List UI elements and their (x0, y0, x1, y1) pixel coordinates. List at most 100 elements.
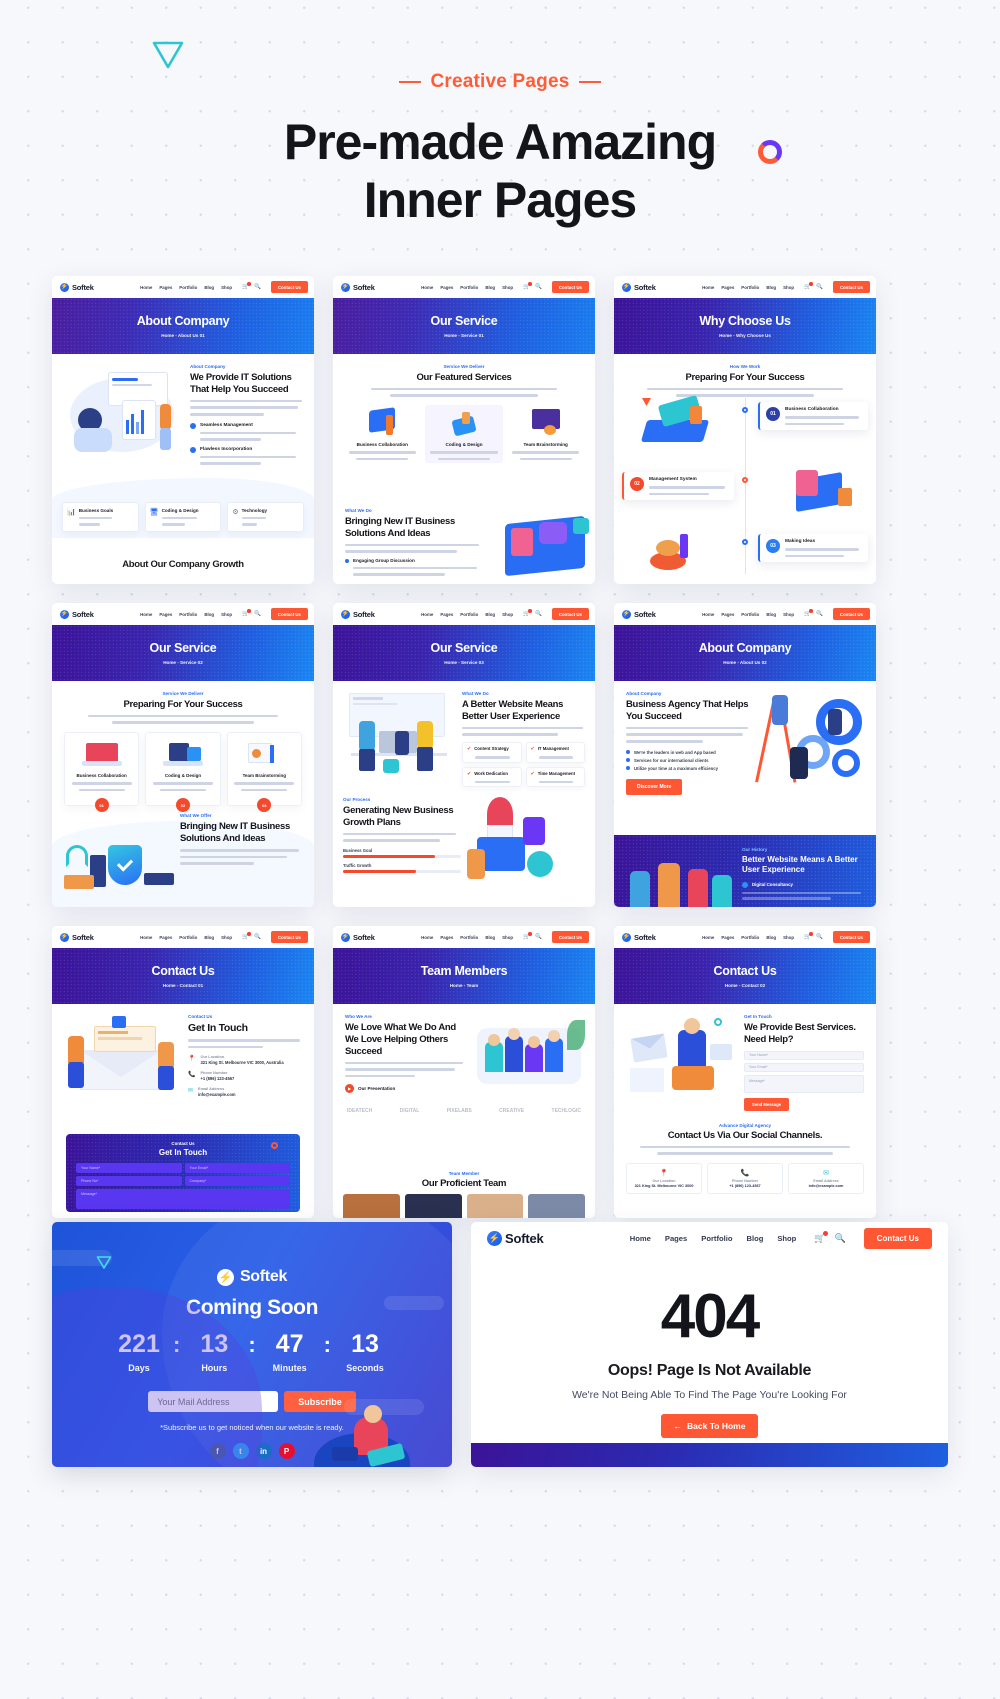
back-to-home-button[interactable]: ← Back To Home (660, 1414, 759, 1438)
nav-item-shop[interactable]: Shop (502, 285, 513, 290)
check-item[interactable]: ✔ Time Management (525, 766, 585, 788)
nav-item-shop[interactable]: Shop (502, 612, 513, 617)
contact-info-card[interactable]: 📞 Phone Number +1 (896) 123-4567 (707, 1162, 783, 1194)
nav-item-pages[interactable]: Pages (665, 1234, 687, 1243)
field-message[interactable]: Message* (744, 1074, 864, 1093)
cart-icon[interactable]: 🛒 (804, 282, 813, 290)
cart-icon[interactable]: 🛒 (523, 282, 532, 290)
contact-us-button[interactable]: Contact Us (270, 608, 308, 620)
cart-icon[interactable]: 🛒 (242, 282, 251, 290)
contact-us-button[interactable]: Contact Us (832, 608, 870, 620)
page-card-our-service-01[interactable]: ⚡ Softek Home Pages Portfolio Blog Shop … (333, 276, 595, 584)
contact-info-card[interactable]: ✉ Email Address info@example.com (788, 1162, 864, 1194)
contact-us-button[interactable]: Contact Us (270, 281, 308, 293)
search-icon[interactable]: 🔍 (535, 284, 542, 290)
nav-item-blog[interactable]: Blog (485, 285, 495, 290)
nav-item-pages[interactable]: Pages (721, 612, 734, 617)
page-card-about-company-02[interactable]: ⚡ Softek Home Pages Portfolio Blog Shop … (614, 603, 876, 907)
cart-icon[interactable]: 🛒 (242, 609, 251, 617)
nav-item-blog[interactable]: Blog (204, 285, 214, 290)
cart-icon[interactable]: 🛒 (814, 1231, 828, 1244)
nav-item-shop[interactable]: Shop (221, 612, 232, 617)
nav-item-pages[interactable]: Pages (440, 285, 453, 290)
nav-item-home[interactable]: Home (421, 285, 433, 290)
nav-item-shop[interactable]: Shop (777, 1234, 796, 1243)
search-icon[interactable]: 🔍 (254, 934, 261, 940)
nav-item-portfolio[interactable]: Portfolio (741, 285, 759, 290)
nav-item-shop[interactable]: Shop (221, 285, 232, 290)
nav-item-home[interactable]: Home (140, 935, 152, 940)
page-card-contact-us-01[interactable]: ⚡ Softek Home Pages Portfolio Blog Shop … (52, 926, 314, 1218)
nav-item-shop[interactable]: Shop (783, 935, 794, 940)
nav-item-blog[interactable]: Blog (204, 612, 214, 617)
search-icon[interactable]: 🔍 (816, 611, 823, 617)
nav-item-portfolio[interactable]: Portfolio (460, 612, 478, 617)
check-item[interactable]: ✔ Content Strategy (462, 741, 522, 763)
nav-item-home[interactable]: Home (702, 285, 714, 290)
nav-item-blog[interactable]: Blog (204, 935, 214, 940)
contact-us-button[interactable]: Contact Us (551, 608, 589, 620)
field-message[interactable]: Message* (76, 1189, 290, 1209)
error-404-card[interactable]: ⚡ Softek Home Pages Portfolio Blog Shop … (471, 1222, 948, 1467)
page-card-about-company-01[interactable]: ⚡ Softek Home Pages Portfolio Blog Shop … (52, 276, 314, 584)
search-icon[interactable]: 🔍 (816, 284, 823, 290)
nav-item-portfolio[interactable]: Portfolio (179, 935, 197, 940)
contact-us-button[interactable]: Contact Us (551, 931, 589, 943)
nav-item-portfolio[interactable]: Portfolio (460, 935, 478, 940)
field-your-name[interactable]: Your Name* (744, 1050, 864, 1060)
step-card-02[interactable]: 02 Management System (622, 472, 734, 501)
feature-box[interactable]: 🖥 Coding & Design (144, 501, 222, 532)
nav-item-shop[interactable]: Shop (502, 935, 513, 940)
page-card-our-service-02[interactable]: ⚡ Softek Home Pages Portfolio Blog Shop … (52, 603, 314, 907)
search-icon[interactable]: 🔍 (816, 934, 823, 940)
page-card-contact-us-02[interactable]: ⚡ Softek Home Pages Portfolio Blog Shop … (614, 926, 876, 1218)
step-card-03[interactable]: 03 Making Ideas (758, 534, 868, 563)
nav-item-home[interactable]: Home (421, 612, 433, 617)
nav-item-shop[interactable]: Shop (783, 612, 794, 617)
nav-item-blog[interactable]: Blog (766, 285, 776, 290)
nav-item-pages[interactable]: Pages (721, 935, 734, 940)
field-phone-no[interactable]: Phone No* (76, 1176, 182, 1186)
send-message-button[interactable]: Send Message (744, 1097, 790, 1111)
service-item[interactable]: Team Brainstorming (508, 405, 583, 463)
nav-item-blog[interactable]: Blog (766, 612, 776, 617)
field-your-email[interactable]: Your Email* (744, 1062, 864, 1072)
contact-us-button[interactable]: Contact Us (551, 281, 589, 293)
contact-us-button[interactable]: Contact Us (863, 1228, 932, 1249)
nav-item-blog[interactable]: Blog (766, 935, 776, 940)
nav-item-portfolio[interactable]: Portfolio (741, 935, 759, 940)
nav-item-home[interactable]: Home (421, 935, 433, 940)
nav-item-home[interactable]: Home (702, 935, 714, 940)
nav-item-home[interactable]: Home (140, 612, 152, 617)
check-item[interactable]: ✔ IT Management (525, 741, 585, 763)
play-icon[interactable]: ▶ (345, 1084, 354, 1094)
search-icon[interactable]: 🔍 (254, 611, 261, 617)
nav-item-portfolio[interactable]: Portfolio (741, 612, 759, 617)
nav-item-pages[interactable]: Pages (159, 285, 172, 290)
search-icon[interactable]: 🔍 (535, 934, 542, 940)
field-company[interactable]: Company* (184, 1176, 290, 1186)
nav-item-shop[interactable]: Shop (221, 935, 232, 940)
nav-item-home[interactable]: Home (630, 1234, 651, 1243)
coming-soon-card[interactable]: ⚡ Softek Coming Soon 221 Days : 13 Hours… (52, 1222, 452, 1467)
check-item[interactable]: ✔ Work Dedication (462, 766, 522, 788)
contact-us-button[interactable]: Contact Us (832, 931, 870, 943)
service-card[interactable]: Team Brainstorming 03 (226, 732, 302, 813)
page-card-our-service-03[interactable]: ⚡ Softek Home Pages Portfolio Blog Shop … (333, 603, 595, 907)
nav-item-portfolio[interactable]: Portfolio (460, 285, 478, 290)
service-card[interactable]: Coding & Design 02 (145, 732, 221, 813)
cart-icon[interactable]: 🛒 (804, 932, 813, 940)
nav-item-home[interactable]: Home (140, 285, 152, 290)
search-icon[interactable]: 🔍 (835, 1233, 846, 1244)
step-card-01[interactable]: 01 Business Collaboration (758, 402, 868, 431)
field-your-email[interactable]: Your Email* (184, 1163, 290, 1173)
feature-box[interactable]: 📊 Business Goals (62, 501, 139, 532)
contact-us-button[interactable]: Contact Us (270, 931, 308, 943)
service-item[interactable]: Coding & Design (424, 405, 504, 464)
cart-icon[interactable]: 🛒 (242, 932, 251, 940)
field-your-name[interactable]: Your Name* (76, 1163, 182, 1173)
nav-item-blog[interactable]: Blog (485, 935, 495, 940)
service-item[interactable]: Business Collaboration (345, 405, 420, 463)
cart-icon[interactable]: 🛒 (523, 932, 532, 940)
nav-item-blog[interactable]: Blog (746, 1234, 763, 1243)
